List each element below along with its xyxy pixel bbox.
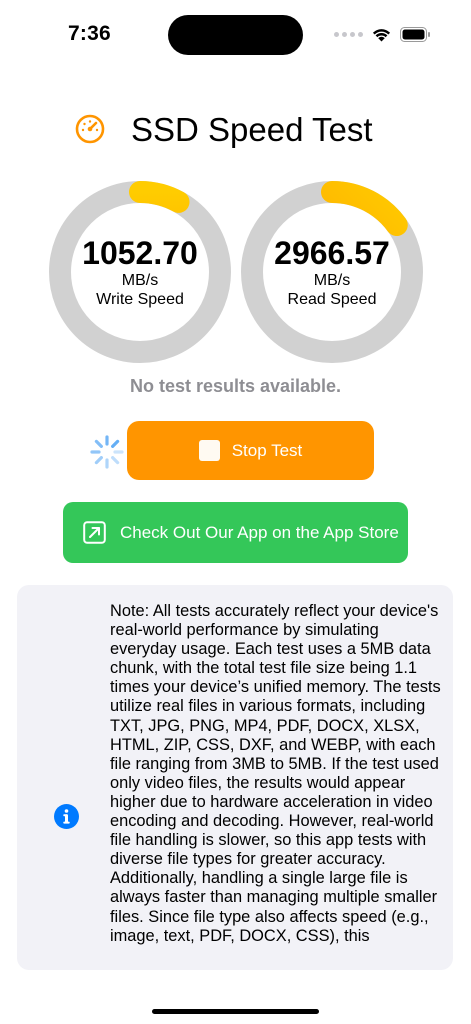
read-speed-unit: MB/s	[313, 272, 351, 289]
wifi-icon	[371, 26, 392, 42]
cellular-signal-icon	[334, 31, 363, 37]
stop-test-label: Stop Test	[231, 440, 303, 460]
spinner-spoke	[94, 439, 103, 448]
stop-test-button[interactable]: Stop Test	[127, 421, 374, 480]
home-indicator[interactable]	[152, 1009, 319, 1014]
status-time: 7:36	[68, 22, 111, 45]
app-store-label: Check Out Our App on the App Store	[120, 523, 399, 542]
spinner-spoke	[111, 456, 120, 465]
external-link-icon	[83, 521, 106, 544]
screen: 7:36 SSD Speed Test 1052.70 MB/s Write S…	[0, 0, 471, 1024]
dynamic-island	[168, 15, 303, 55]
page-title: SSD Speed Test	[131, 111, 373, 148]
read-speed-label: Read Speed	[287, 291, 377, 308]
spinner-spoke	[94, 456, 103, 465]
status-indicators	[334, 26, 431, 42]
write-speed-unit: MB/s	[121, 272, 159, 289]
read-speed-value: 2966.57	[274, 235, 390, 271]
app-store-button[interactable]: Check Out Our App on the App Store	[63, 502, 408, 563]
speedometer-icon	[75, 114, 105, 144]
note-text: Note: All tests accurately reflect your …	[110, 602, 441, 945]
header: SSD Speed Test	[0, 108, 471, 152]
write-speed-label: Write Speed	[96, 291, 184, 308]
write-speed-gauge: 1052.70 MB/s Write Speed	[48, 180, 232, 364]
spinner-spoke	[111, 439, 120, 448]
status-message: No test results available.	[129, 376, 342, 396]
note-card[interactable]: Note: All tests accurately reflect your …	[17, 585, 453, 970]
info-icon	[54, 804, 79, 829]
activity-spinner-icon	[90, 435, 124, 469]
write-speed-value: 1052.70	[82, 235, 198, 271]
stop-icon	[198, 440, 220, 461]
read-speed-gauge: 2966.57 MB/s Read Speed	[240, 180, 424, 364]
battery-icon	[400, 26, 431, 42]
